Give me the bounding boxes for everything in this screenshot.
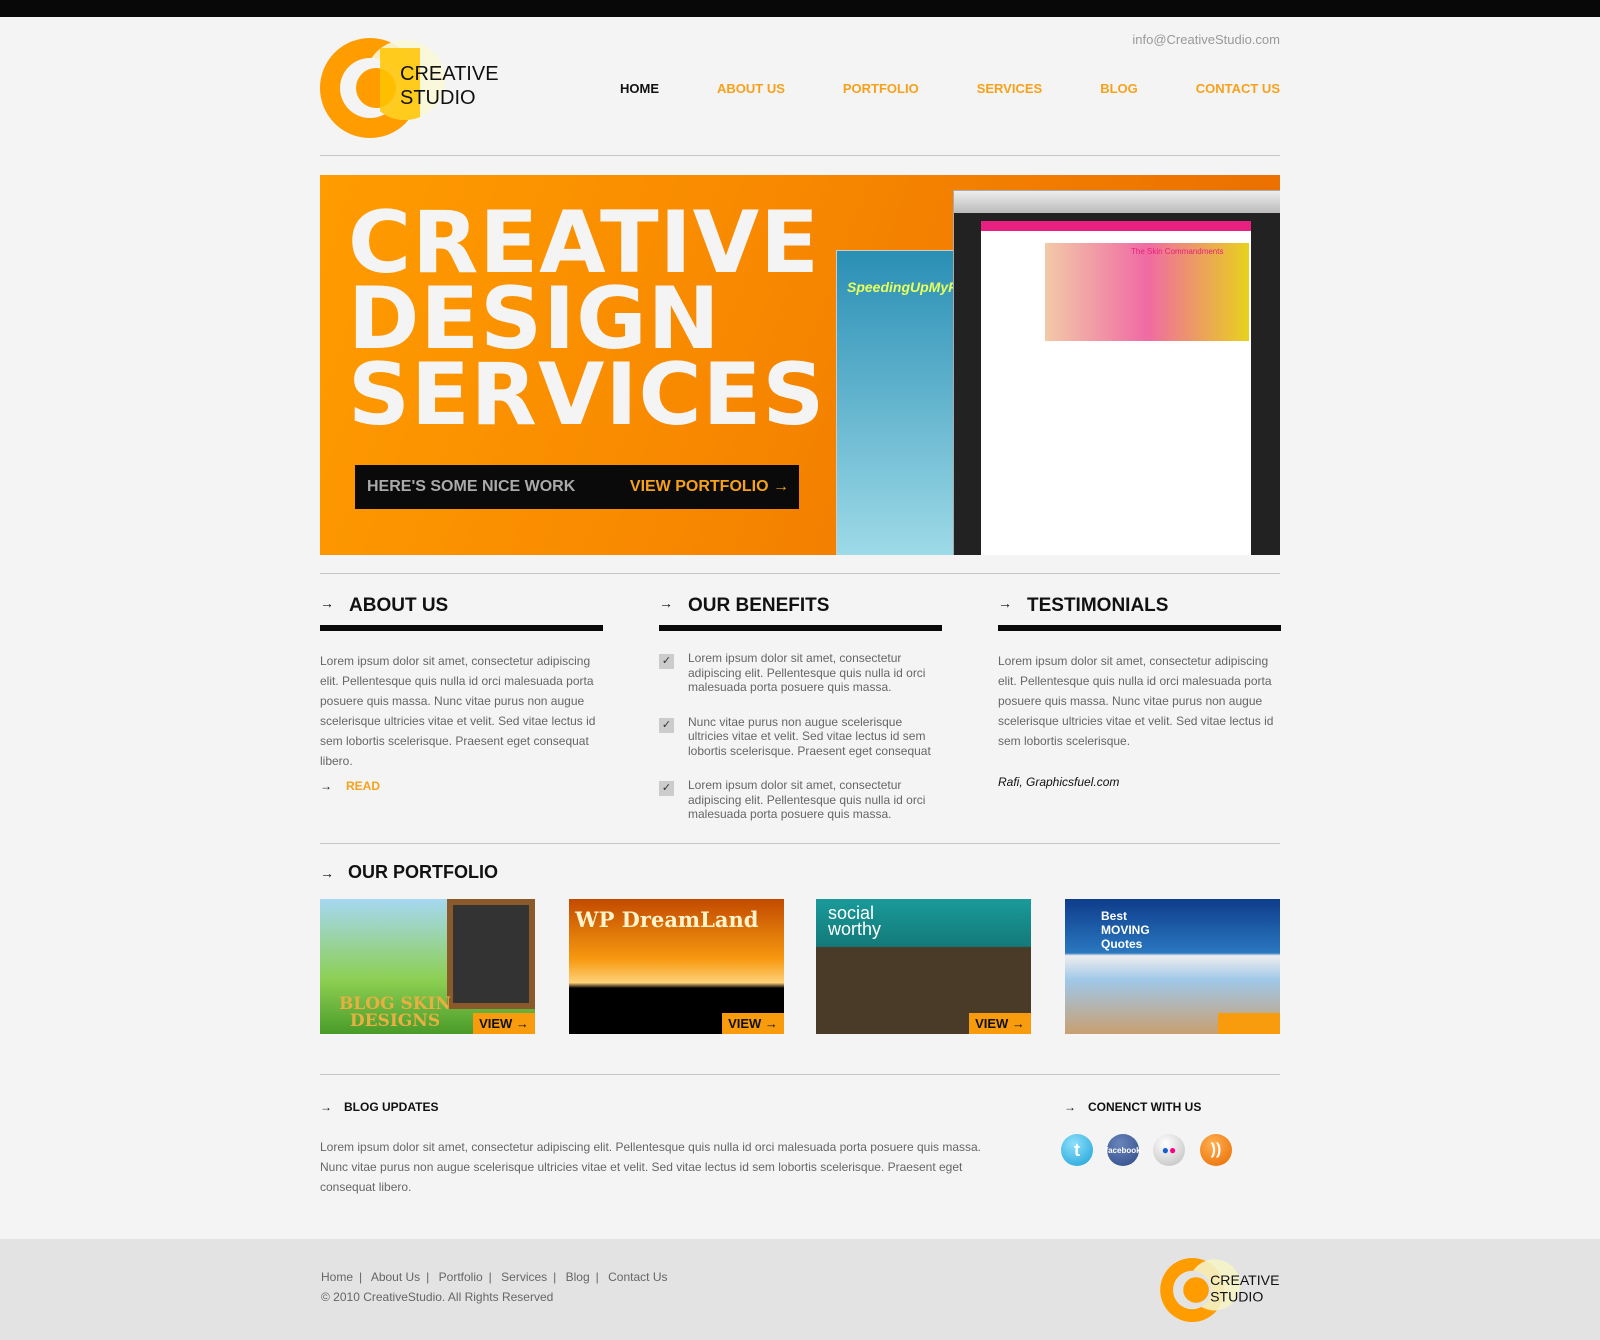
benefit-item: ✓ Lorem ipsum dolor sit amet, consectetur… (659, 651, 942, 695)
connect-title: → CONENCT WITH US (1064, 1100, 1202, 1114)
view-portfolio-link[interactable]: VIEW PORTFOLIO → (630, 478, 789, 496)
nav-blog[interactable]: BLOG (1100, 81, 1138, 96)
flickr-icon[interactable]: ● ● (1153, 1134, 1185, 1166)
testimonial-text: Lorem ipsum dolor sit amet, consectetur … (998, 654, 1274, 748)
copyright: © 2010 CreativeStudio. All Rights Reserv… (321, 1290, 554, 1304)
footer (0, 1239, 1600, 1340)
nav-contact[interactable]: CONTACT US (1196, 81, 1280, 96)
view-button[interactable] (1218, 1013, 1280, 1034)
view-button[interactable]: VIEW → (722, 1013, 784, 1034)
arrow-icon: → (1064, 1100, 1076, 1114)
svg-text:STUDIO: STUDIO (1210, 1289, 1263, 1305)
portfolio-title: → OUR PORTFOLIO (320, 862, 498, 882)
blog-text: Lorem ipsum dolor sit amet, consectetur … (320, 1140, 982, 1194)
portfolio-item[interactable]: Best MOVING Quotes (1065, 899, 1280, 1034)
hero-cta[interactable]: HERE'S SOME NICE WORK VIEW PORTFOLIO → (355, 465, 799, 509)
portfolio-item[interactable]: social worthy VIEW → (816, 899, 1031, 1034)
nav-home[interactable]: HOME (620, 81, 659, 96)
arrow-icon: → (320, 779, 332, 793)
about-text: Lorem ipsum dolor sit amet, consectetur … (320, 654, 596, 768)
arrow-icon: → (659, 595, 673, 611)
logo-line1: CREATIVE (400, 63, 499, 85)
footer-link-home[interactable]: Home (321, 1270, 353, 1284)
benefits-title: → OUR BENEFITS (659, 595, 830, 616)
hero-title: CREATIVE DESIGN SERVICES (348, 193, 826, 445)
blog-title: → BLOG UPDATES (320, 1100, 439, 1114)
footer-logo[interactable]: CREATIVE STUDIO (1160, 1258, 1282, 1322)
view-button[interactable]: VIEW → (969, 1013, 1031, 1034)
arrow-icon: → (320, 1100, 332, 1114)
main-nav: HOME ABOUT US PORTFOLIO SERVICES BLOG CO… (620, 81, 1280, 96)
benefit-item: ✓ Nunc vitae purus non augue scelerisque … (659, 715, 942, 759)
divider (320, 155, 1280, 156)
screenshot-gossamer: The Skin Commandments (953, 190, 1280, 555)
testimonials-section: → TESTIMONIALS Lorem ipsum dolor sit amet… (998, 595, 1281, 789)
about-title: → ABOUT US (320, 595, 449, 616)
screenshot-speedingup: SpeedingUpMyPC (836, 250, 968, 555)
cta-text: HERE'S SOME NICE WORK (367, 478, 576, 495)
footer-link-contact[interactable]: Contact Us (608, 1270, 667, 1284)
portfolio-item[interactable]: WP DreamLand VIEW → (569, 899, 784, 1034)
rss-icon[interactable]: )) (1200, 1134, 1232, 1166)
divider (320, 1074, 1280, 1075)
nav-services[interactable]: SERVICES (977, 81, 1043, 96)
about-section: → ABOUT US Lorem ipsum dolor sit amet, co… (320, 595, 603, 793)
twitter-icon[interactable]: t (1061, 1134, 1093, 1166)
footer-links: Home | About Us | Portfolio | Services | Blo… (321, 1270, 668, 1284)
checkmark-icon: ✓ (659, 717, 674, 733)
arrow-icon: → (998, 595, 1012, 611)
nav-portfolio[interactable]: PORTFOLIO (843, 81, 919, 96)
footer-link-services[interactable]: Services (501, 1270, 547, 1284)
logo[interactable]: CREATIVE STUDIO (320, 38, 510, 138)
portfolio-item[interactable]: BLOG SKIN DESIGNS VIEW → (320, 899, 535, 1034)
checkmark-icon: ✓ (659, 654, 674, 669)
footer-link-portfolio[interactable]: Portfolio (439, 1270, 483, 1284)
nav-about[interactable]: ABOUT US (717, 81, 785, 96)
testimonials-title: → TESTIMONIALS (998, 595, 1169, 616)
read-link[interactable]: → READ (320, 779, 603, 793)
divider (320, 843, 1280, 844)
footer-link-about[interactable]: About Us (371, 1270, 420, 1284)
arrow-icon: → (320, 595, 334, 611)
divider (320, 573, 1280, 574)
benefits-section: → OUR BENEFITS ✓ Lorem ipsum dolor sit ame… (659, 595, 942, 822)
view-button[interactable]: VIEW → (473, 1013, 535, 1034)
hero-banner: CREATIVE DESIGN SERVICES HERE'S SOME NICE … (320, 175, 1280, 555)
top-bar (0, 0, 1600, 17)
svg-text:CREATIVE: CREATIVE (1210, 1272, 1279, 1288)
facebook-icon[interactable]: facebook (1105, 1134, 1141, 1166)
testimonial-author: Rafi, Graphicsfuel.com (998, 775, 1120, 789)
arrow-icon: → (320, 865, 334, 881)
logo-line2: STUDIO (400, 87, 476, 109)
footer-link-blog[interactable]: Blog (566, 1270, 590, 1284)
checkmark-icon: ✓ (659, 781, 674, 796)
header-email[interactable]: info@CreativeStudio.com (1132, 32, 1280, 47)
benefit-item: ✓ Lorem ipsum dolor sit amet, consectetur… (659, 778, 942, 822)
